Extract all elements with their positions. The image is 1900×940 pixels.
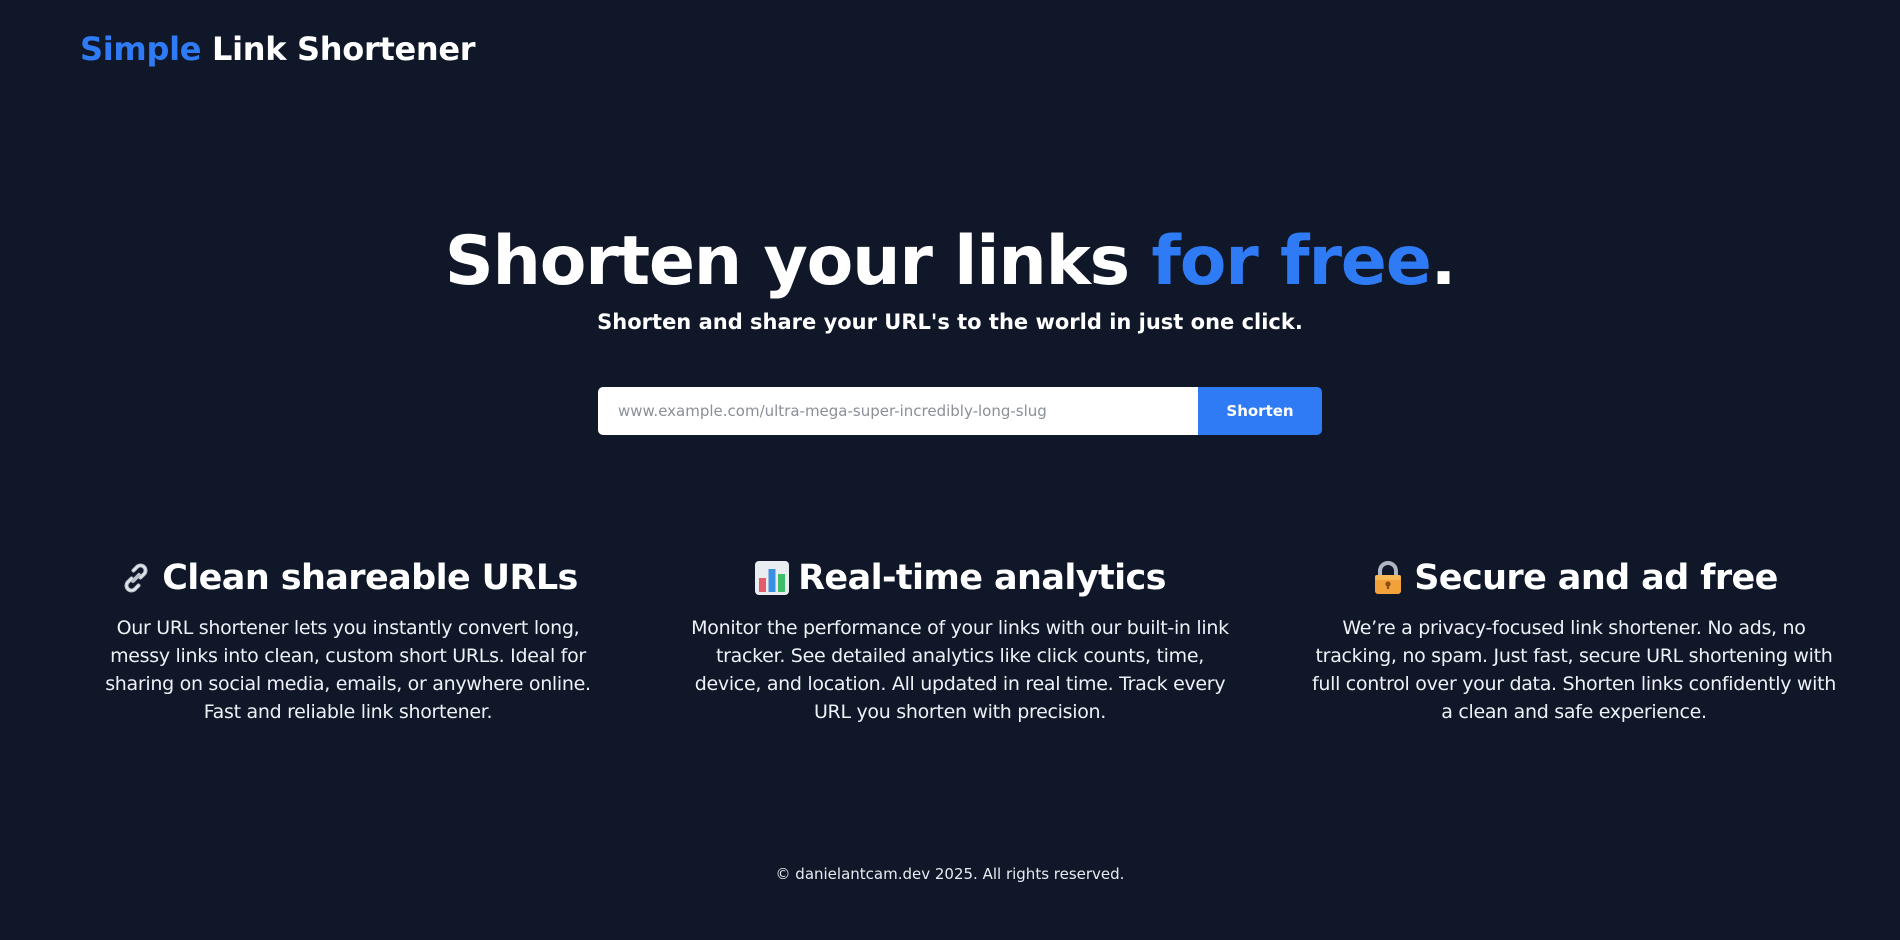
hero-section: Shorten your links for free. Shorten and… xyxy=(0,222,1900,336)
feature-description: Our URL shortener lets you instantly con… xyxy=(105,617,591,723)
feature-clean-urls: Clean shareable URLs Our URL shortener l… xyxy=(88,555,608,726)
url-input[interactable] xyxy=(598,387,1198,435)
hero-subtitle: Shorten and share your URL's to the worl… xyxy=(597,310,1303,334)
page: Simple Link Shortener Shorten your links… xyxy=(0,0,1900,940)
hero-title-accent: for free xyxy=(1151,222,1431,301)
lock-icon xyxy=(1370,560,1406,596)
brand-name: Link Shortener xyxy=(211,30,476,68)
link-icon xyxy=(118,560,154,596)
footer-copyright: © danielantcam.dev 2025. All rights rese… xyxy=(775,865,1125,883)
hero-title-main: Shorten your links xyxy=(444,222,1152,301)
feature-title-text: Clean shareable URLs xyxy=(162,558,578,598)
feature-title: Real-time analytics xyxy=(690,555,1230,601)
hero-title-end: . xyxy=(1430,222,1457,301)
feature-title-text: Real-time analytics xyxy=(798,558,1166,598)
feature-title: Secure and ad free xyxy=(1306,555,1842,601)
feature-description: Monitor the performance of your links wi… xyxy=(691,617,1229,723)
feature-analytics: Real-time analytics Monitor the performa… xyxy=(690,555,1230,726)
hero-title: Shorten your links for free. xyxy=(0,222,1900,302)
brand-accent: Simple xyxy=(80,30,202,68)
feature-description: We’re a privacy-focused link shortener. … xyxy=(1311,617,1837,723)
feature-secure: Secure and ad free We’re a privacy-focus… xyxy=(1306,555,1842,726)
shorten-button[interactable]: Shorten xyxy=(1198,387,1322,435)
feature-title-text: Secure and ad free xyxy=(1414,558,1778,598)
brand-logo[interactable]: Simple Link Shortener xyxy=(80,30,476,68)
shorten-form: Shorten xyxy=(598,387,1322,435)
bar-chart-icon xyxy=(754,560,790,596)
feature-title: Clean shareable URLs xyxy=(88,555,608,601)
